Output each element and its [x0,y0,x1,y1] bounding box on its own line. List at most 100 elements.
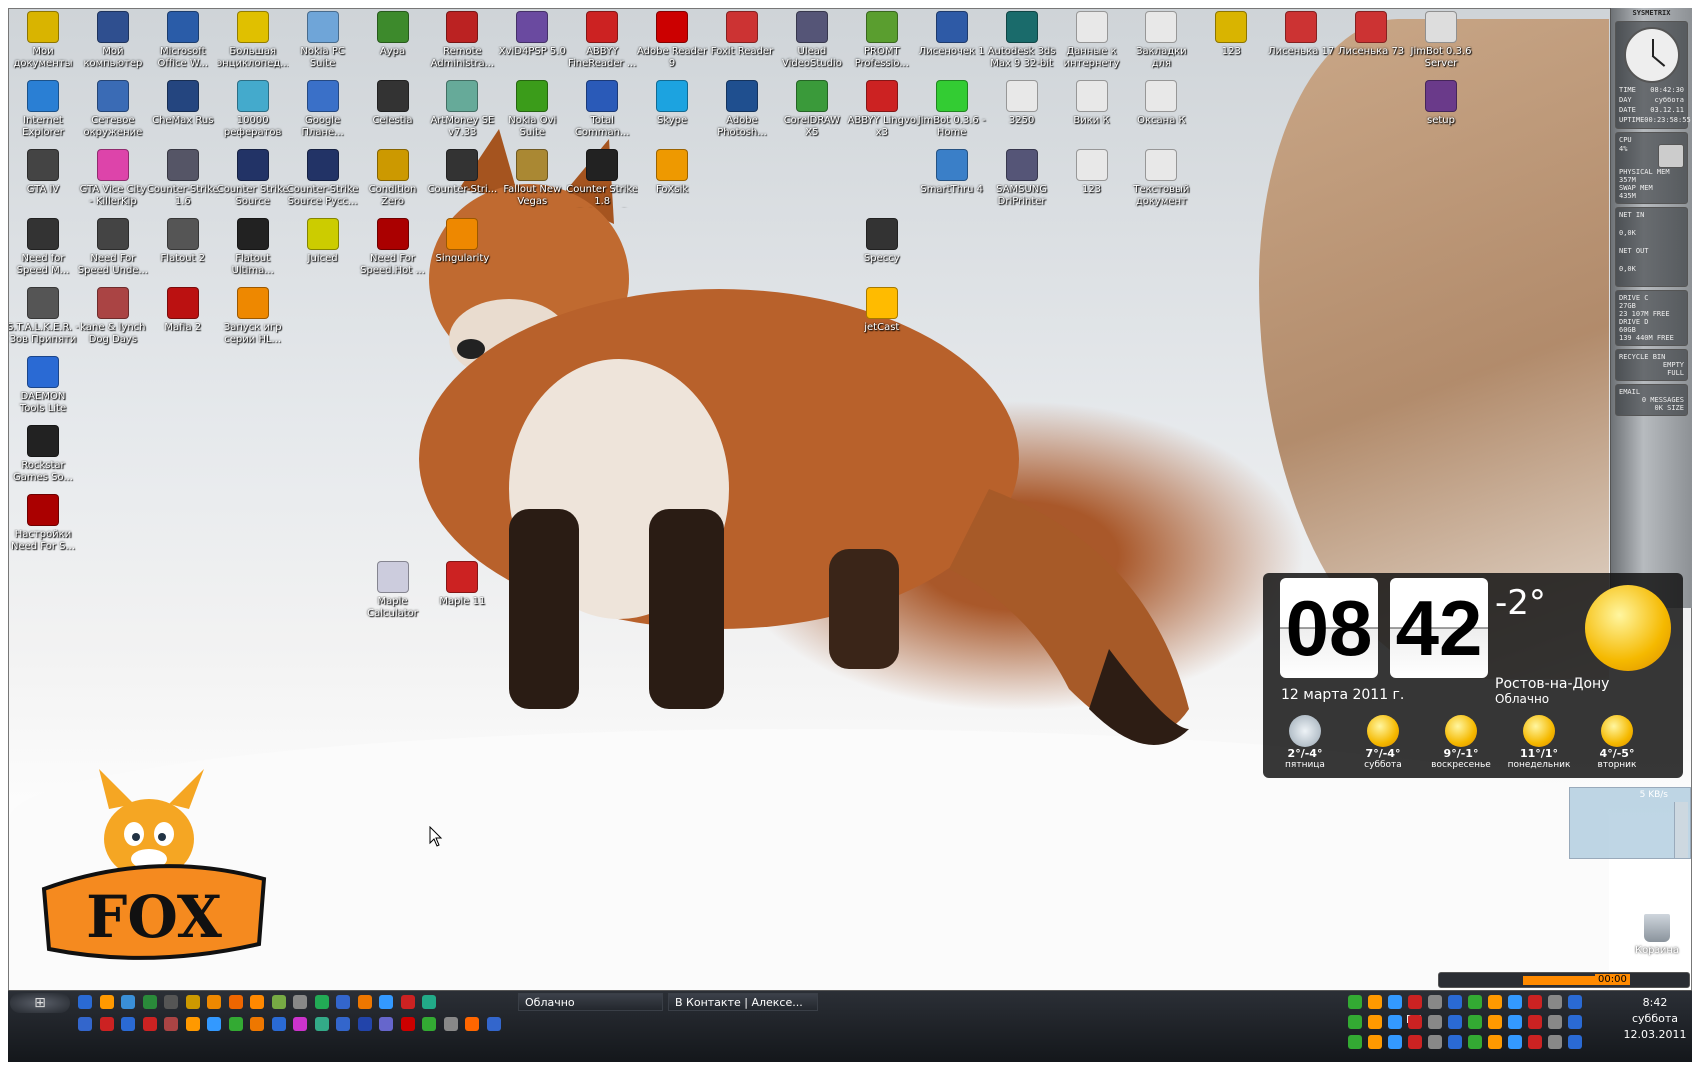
tray-icon[interactable] [1528,1015,1542,1029]
quick-launch-icon[interactable] [164,1017,178,1031]
tray-icon[interactable] [1388,995,1402,1009]
quick-launch-icon[interactable] [99,1017,114,1031]
desktop-icon[interactable]: Закладки для интернета [1125,11,1197,70]
desktop-icon[interactable]: Maple Calculator [357,561,429,620]
quick-launch-icon[interactable] [293,995,307,1009]
desktop-icon[interactable]: GTA IV [9,149,79,196]
desktop-icon[interactable]: Maple 11 [426,561,498,608]
desktop-icon[interactable]: Skype [636,80,708,127]
tray-icon[interactable] [1388,1015,1402,1029]
quick-launch-icon[interactable] [465,1017,479,1031]
taskbar-item-weather[interactable]: Облачно [518,993,663,1011]
quick-launch-icon[interactable] [185,995,200,1009]
desktop-icon[interactable]: ArtMoney SE v7.33 [426,80,498,139]
desktop-icon[interactable]: JimBot 0.3.6 - Home [916,80,988,139]
tray-clock[interactable]: 8:42 суббота 12.03.2011 [1620,995,1690,1043]
desktop-icon[interactable]: Foxit Reader [706,11,778,58]
quick-launch-icon[interactable] [142,1017,157,1031]
desktop-icon[interactable]: FoXsik [636,149,708,196]
tray-icon[interactable] [1388,1035,1402,1049]
desktop-icon[interactable]: Flatout 2 [147,218,219,265]
desktop-icon[interactable]: CheMax Rus [147,80,219,127]
desktop-icon[interactable]: 3250 [986,80,1058,127]
desktop-icon[interactable]: SAMSUNG DriPrinter [986,149,1058,208]
tray-icon[interactable] [1408,1015,1422,1029]
desktop-icon[interactable]: DAEMON Tools Lite [9,356,79,415]
desktop-icon[interactable]: Counter-Stri... [426,149,498,196]
quick-launch-icon[interactable] [121,995,135,1009]
tray-icon[interactable] [1548,1015,1562,1029]
desktop-icon[interactable]: Rockstar Games So... [9,425,79,484]
desktop-icon[interactable]: Мой компьютер [77,11,149,70]
quick-launch-icon[interactable] [336,995,350,1009]
desktop-icon[interactable]: Internet Explorer [9,80,79,139]
tray-icon[interactable] [1448,1035,1462,1049]
tray-icon[interactable] [1468,995,1482,1009]
desktop-icon[interactable]: Nokia Ovi Suite [496,80,568,139]
desktop-icon[interactable]: Текстовый документ [1125,149,1197,208]
desktop-icon[interactable]: PROMT Professio... [846,11,918,70]
desktop-icon[interactable]: Need For Speed.Hot ... [357,218,429,277]
desktop-icon[interactable]: Total Comman... [566,80,638,139]
tray-icon[interactable] [1428,1015,1442,1029]
recycle-bin-icon[interactable]: Корзина [1627,914,1687,956]
desktop-icon[interactable]: Запуск игр серии HL... [217,287,289,346]
desktop-icon[interactable]: Mafia 2 [147,287,219,334]
desktop-icon[interactable]: Оксана К [1125,80,1197,127]
desktop-icon[interactable]: Лисенька 17 [1265,11,1337,58]
quick-launch-icon[interactable] [443,1017,458,1031]
tray-icon[interactable] [1368,1035,1382,1049]
desktop-icon[interactable]: Сетевое окружение [77,80,149,139]
desktop-icon[interactable]: Мои документы [9,11,79,70]
tray-icon[interactable] [1548,1035,1562,1049]
desktop-icon[interactable]: Autodesk 3ds Max 9 32-bit [986,11,1058,70]
desktop-icon[interactable]: ABBYY Lingvo x3 [846,80,918,139]
tray-icon[interactable] [1468,1015,1482,1029]
tray-icon[interactable] [1528,1035,1542,1049]
quick-launch-icon[interactable] [379,995,393,1009]
tray-icon[interactable] [1508,1035,1522,1049]
quick-launch-icon[interactable] [142,995,157,1009]
desktop-icon[interactable]: Данные к интернету [1056,11,1128,70]
quick-launch-icon[interactable] [207,1017,221,1031]
desktop-icon[interactable]: Juiced [287,218,359,265]
tray-icon[interactable] [1448,995,1462,1009]
desktop-icon[interactable]: Adobe Reader 9 [636,11,708,70]
desktop-icon[interactable]: XviD4PSP 5.0 [496,11,568,58]
desktop-icon[interactable]: SmartThru 4 [916,149,988,196]
quick-launch-icon[interactable] [99,995,114,1009]
desktop-icon[interactable]: CorelDRAW X5 [776,80,848,139]
tray-icon[interactable] [1528,995,1542,1009]
desktop-icon[interactable]: Speccy [846,218,918,265]
desktop-icon[interactable]: S.T.A.L.K.E.R. - Зов Припяти [9,287,79,346]
desktop-icon[interactable]: Fallout New Vegas [496,149,568,208]
quick-launch-icon[interactable] [400,995,415,1009]
desktop-icon[interactable]: Counter-Strike Source Русс... [287,149,359,208]
quick-launch-icon[interactable] [271,995,286,1009]
tray-icon[interactable] [1408,995,1422,1009]
desktop-icon[interactable]: Celestia [357,80,429,127]
desktop-icon[interactable]: Remote Administra... [426,11,498,70]
network-scrollbar[interactable] [1674,802,1688,858]
quick-launch-icon[interactable] [400,1017,415,1031]
desktop-icon[interactable]: JimBot 0.3.6 Server [1405,11,1477,70]
tray-icon[interactable] [1488,995,1502,1009]
desktop-icon[interactable]: Лисеночек 1 [916,11,988,58]
desktop-icon[interactable]: Counter Strike Source [217,149,289,208]
desktop-icon[interactable]: Вики К [1056,80,1128,127]
taskbar-item-browser[interactable]: В Контакте | Алексе... [668,993,818,1011]
quick-launch-icon[interactable] [207,995,221,1009]
tray-icon[interactable] [1428,995,1442,1009]
desktop-icon[interactable]: Need for Speed M... [9,218,79,277]
desktop-icon[interactable]: Настройки Need For S... [9,494,79,553]
quick-launch-icon[interactable] [250,1017,264,1031]
quick-launch-icon[interactable] [314,1017,329,1031]
quick-launch-icon[interactable] [357,995,372,1009]
quick-launch-icon[interactable] [271,1017,286,1031]
desktop-icon[interactable]: 10000 рефератов [217,80,289,139]
media-player-bar[interactable]: 00:00 [1438,972,1690,988]
desktop-icon[interactable]: Adobe Photosh... [706,80,778,139]
quick-launch-icon[interactable] [164,995,178,1009]
quick-launch-icon[interactable] [250,995,264,1009]
desktop-icon[interactable]: 123 [1195,11,1267,58]
